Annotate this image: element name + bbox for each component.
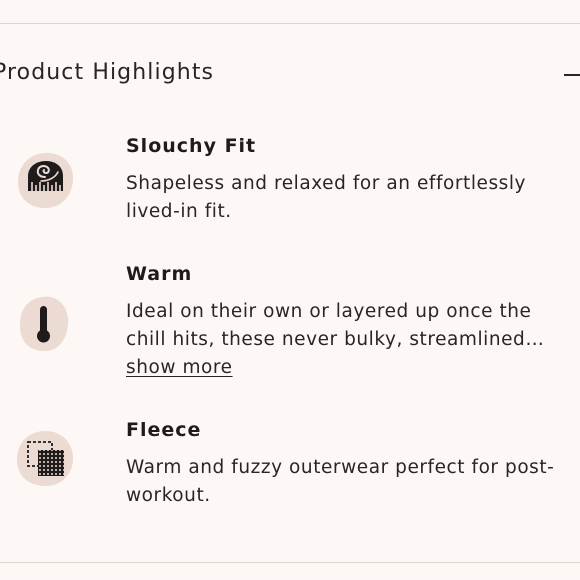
- highlight-description: Ideal on their own or layered up once th…: [126, 298, 576, 354]
- tape-measure-icon: [14, 150, 76, 212]
- description-line: lived-in fit.: [126, 201, 232, 222]
- description-line: Warm and fuzzy outerwear perfect for pos…: [126, 457, 555, 478]
- product-highlights-header[interactable]: Product Highlights: [0, 58, 580, 94]
- highlight-title: Warm: [126, 263, 193, 285]
- bottom-divider: [0, 562, 580, 563]
- highlight-description: Shapeless and relaxed for an effortlessl…: [126, 170, 576, 226]
- highlight-body: Slouchy Fit Shapeless and relaxed for an…: [126, 134, 576, 226]
- highlight-body: Warm Ideal on their own or layered up on…: [126, 262, 576, 382]
- highlight-title: Slouchy Fit: [126, 135, 257, 157]
- top-divider: [0, 23, 580, 24]
- thermometer-icon: [14, 294, 76, 356]
- description-line: Shapeless and relaxed for an effortlessl…: [126, 173, 527, 194]
- show-more-link[interactable]: show more: [126, 354, 233, 382]
- highlight-body: Fleece Warm and fuzzy outerwear perfect …: [126, 418, 576, 510]
- minus-icon[interactable]: [564, 74, 580, 76]
- section-title: Product Highlights: [0, 60, 215, 85]
- highlight-description: Warm and fuzzy outerwear perfect for pos…: [126, 454, 576, 510]
- highlight-title: Fleece: [126, 419, 202, 441]
- description-line: Ideal on their own or layered up once th…: [126, 301, 532, 322]
- description-line: chill hits, these never bulky, streamlin…: [126, 329, 545, 350]
- fabric-swatch-icon: [14, 428, 76, 490]
- description-line: workout.: [126, 485, 211, 506]
